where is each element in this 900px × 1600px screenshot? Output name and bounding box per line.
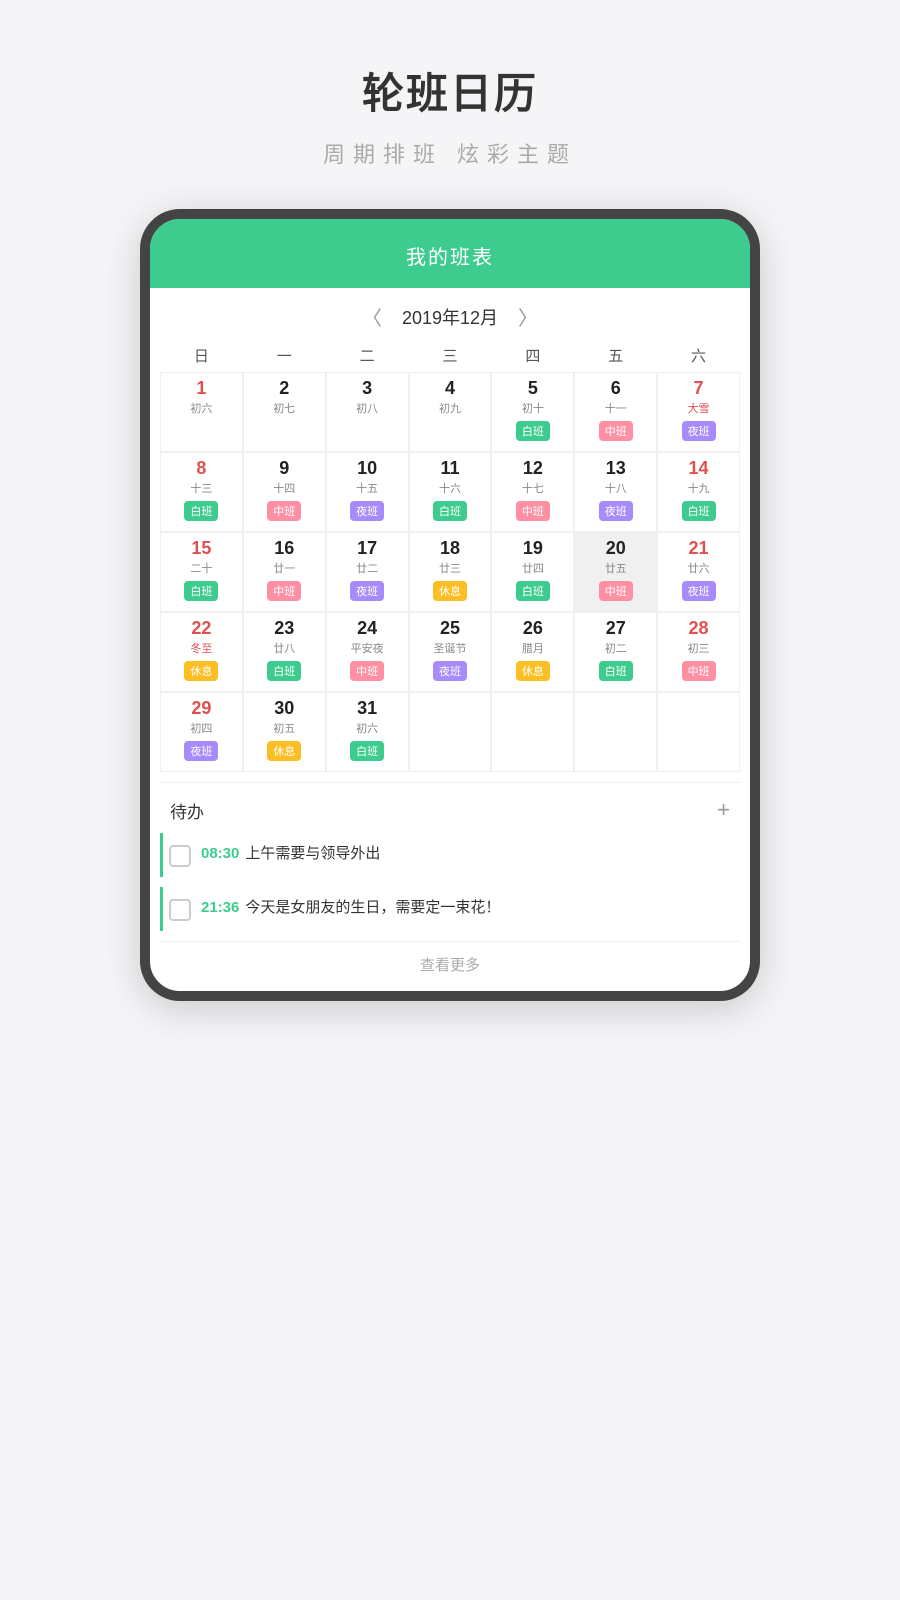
- cal-day-24[interactable]: 24平安夜中班: [326, 612, 409, 692]
- cal-day-17[interactable]: 17廿二夜班: [326, 532, 409, 612]
- cal-empty: [409, 692, 492, 772]
- todo-list: 08:30上午需要与领导外出 21:36今天是女朋友的生日，需要定一束花！: [160, 833, 740, 931]
- cal-day-26[interactable]: 26腊月休息: [491, 612, 574, 692]
- cal-day-3[interactable]: 3初八: [326, 372, 409, 452]
- weekday-thu: 四: [491, 345, 574, 366]
- calendar-body: 〈 2019年12月 〉 日 一 二 三 四 五 六 1初六2初七3初八4初九5…: [150, 288, 750, 782]
- cal-day-13[interactable]: 13十八夜班: [574, 452, 657, 532]
- todo-header: 待办 +: [160, 783, 740, 833]
- cal-day-25[interactable]: 25圣诞节夜班: [409, 612, 492, 692]
- app-subtitle: 周期排班 炫彩主题: [323, 137, 577, 169]
- cal-day-7[interactable]: 7大雪夜班: [657, 372, 740, 452]
- todo-title: 待办: [170, 798, 204, 823]
- cal-day-31[interactable]: 31初六白班: [326, 692, 409, 772]
- weekday-row: 日 一 二 三 四 五 六: [160, 339, 740, 372]
- cal-day-20[interactable]: 20廿五中班: [574, 532, 657, 612]
- weekday-wed: 三: [409, 345, 492, 366]
- cal-day-4[interactable]: 4初九: [409, 372, 492, 452]
- weekday-tue: 二: [326, 345, 409, 366]
- cal-day-30[interactable]: 30初五休息: [243, 692, 326, 772]
- cal-day-1[interactable]: 1初六: [160, 372, 243, 452]
- weekday-sat: 六: [657, 345, 740, 366]
- todo-add-button[interactable]: +: [717, 797, 730, 823]
- cal-day-2[interactable]: 2初七: [243, 372, 326, 452]
- cal-day-14[interactable]: 14十九白班: [657, 452, 740, 532]
- cal-day-5[interactable]: 5初十白班: [491, 372, 574, 452]
- weekday-mon: 一: [243, 345, 326, 366]
- cal-day-8[interactable]: 8十三白班: [160, 452, 243, 532]
- phone-header: 我的班表: [150, 219, 750, 288]
- todo-checkbox-1[interactable]: [169, 899, 191, 921]
- cal-day-15[interactable]: 15二十白班: [160, 532, 243, 612]
- todo-item-1[interactable]: 21:36今天是女朋友的生日，需要定一束花！: [160, 887, 740, 931]
- phone-frame: 我的班表 〈 2019年12月 〉 日 一 二 三 四 五 六 1初六2初七3初…: [140, 209, 760, 1001]
- cal-day-22[interactable]: 22冬至休息: [160, 612, 243, 692]
- cal-day-9[interactable]: 9十四中班: [243, 452, 326, 532]
- cal-empty: [657, 692, 740, 772]
- cal-day-11[interactable]: 11十六白班: [409, 452, 492, 532]
- header-title: 我的班表: [406, 247, 494, 269]
- cal-day-21[interactable]: 21廿六夜班: [657, 532, 740, 612]
- cal-day-23[interactable]: 23廿八白班: [243, 612, 326, 692]
- cal-day-10[interactable]: 10十五夜班: [326, 452, 409, 532]
- weekday-fri: 五: [574, 345, 657, 366]
- cal-day-19[interactable]: 19廿四白班: [491, 532, 574, 612]
- todo-text-1: 21:36今天是女朋友的生日，需要定一束花！: [201, 897, 500, 920]
- view-more-button[interactable]: 查看更多: [160, 941, 740, 991]
- cal-day-27[interactable]: 27初二白班: [574, 612, 657, 692]
- cal-empty: [491, 692, 574, 772]
- app-title: 轮班日历: [362, 60, 538, 121]
- month-nav: 〈 2019年12月 〉: [160, 288, 740, 339]
- cal-day-28[interactable]: 28初三中班: [657, 612, 740, 692]
- next-month-button[interactable]: 〉: [518, 302, 538, 331]
- cal-day-6[interactable]: 6十一中班: [574, 372, 657, 452]
- calendar-grid: 1初六2初七3初八4初九5初十白班6十一中班7大雪夜班 8十三白班9十四中班10十…: [160, 372, 740, 772]
- todo-text-0: 08:30上午需要与领导外出: [201, 843, 380, 866]
- cal-day-12[interactable]: 12十七中班: [491, 452, 574, 532]
- cal-day-29[interactable]: 29初四夜班: [160, 692, 243, 772]
- cal-day-16[interactable]: 16廿一中班: [243, 532, 326, 612]
- weekday-sun: 日: [160, 345, 243, 366]
- prev-month-button[interactable]: 〈: [362, 302, 382, 331]
- cal-empty: [574, 692, 657, 772]
- month-label: 2019年12月: [402, 304, 498, 330]
- todo-section: 待办 + 08:30上午需要与领导外出 21:36今天是女朋友的生日，需要定一束花…: [160, 782, 740, 991]
- todo-checkbox-0[interactable]: [169, 845, 191, 867]
- cal-day-18[interactable]: 18廿三休息: [409, 532, 492, 612]
- todo-item-0[interactable]: 08:30上午需要与领导外出: [160, 833, 740, 877]
